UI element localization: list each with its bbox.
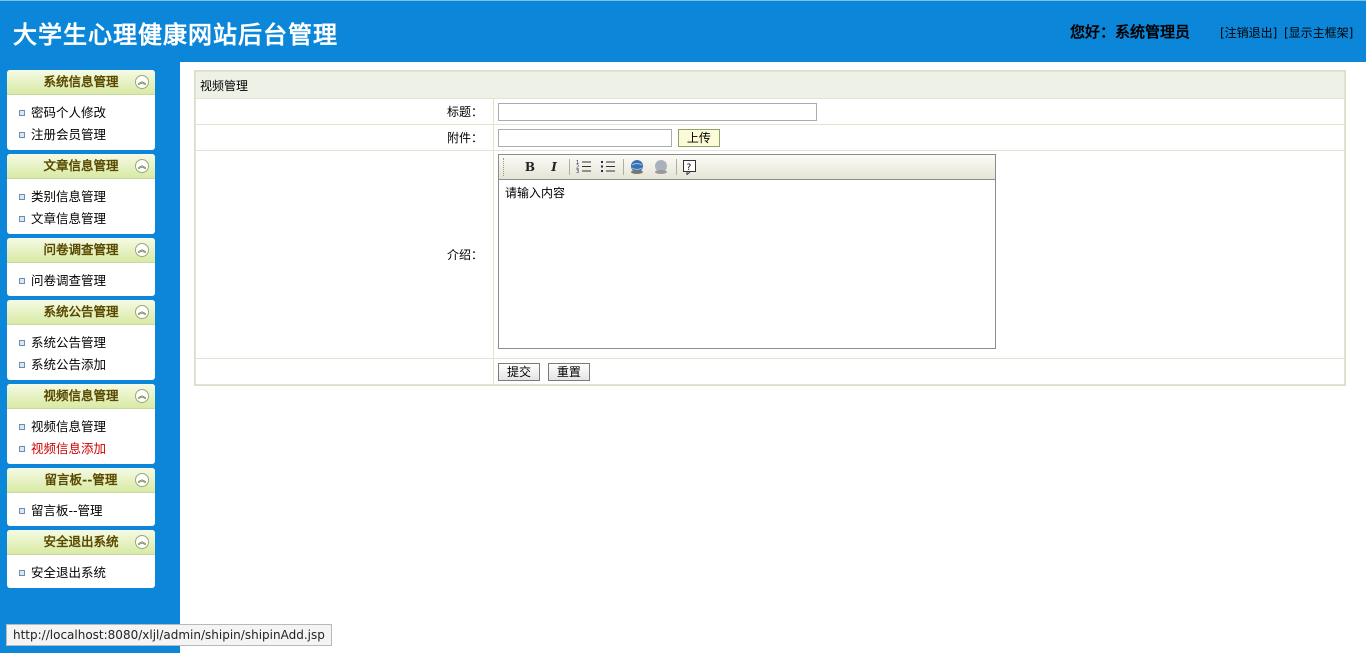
sidebar-item-members[interactable]: 注册会员管理	[7, 124, 155, 146]
bullet-icon	[19, 361, 25, 368]
file-label: 附件：	[195, 124, 494, 151]
form-caption: 视频管理	[195, 71, 1345, 99]
bullet-icon	[19, 131, 25, 138]
menu-title: 系统信息管理	[43, 74, 119, 89]
bullet-icon	[19, 215, 25, 222]
collapse-icon[interactable]: ︽	[135, 473, 149, 487]
header-bar: 大学生心理健康网站后台管理 您好：系统管理员 [注销退出] [显示主框架]	[0, 0, 1366, 62]
sidebar-item-announcement-manage[interactable]: 系统公告管理	[7, 332, 155, 354]
toolbar-separator	[569, 159, 570, 175]
menu-header[interactable]: 系统公告管理 ︽	[7, 300, 155, 325]
link-icon[interactable]	[628, 159, 646, 175]
upload-button[interactable]: 上传	[677, 128, 720, 147]
sidebar-item-articles[interactable]: 文章信息管理	[7, 208, 155, 230]
bullet-icon	[19, 445, 25, 452]
browser-status-url: http://localhost:8080/xljl/admin/shipin/…	[6, 624, 332, 646]
menu-header[interactable]: 留言板--管理 ︽	[7, 468, 155, 493]
bullet-icon	[19, 569, 25, 576]
unlink-icon[interactable]	[652, 159, 670, 175]
menu-title: 问卷调查管理	[43, 242, 119, 257]
menu-article-info: 文章信息管理 ︽ 类别信息管理 文章信息管理	[7, 154, 155, 234]
menu-title: 文章信息管理	[43, 158, 119, 173]
svg-text:3: 3	[576, 169, 579, 173]
bullet-icon	[19, 193, 25, 200]
title-label: 标题：	[195, 98, 494, 125]
toolbar-separator	[623, 159, 624, 175]
rich-text-editor: B I 123 ? 请输入内容	[498, 154, 996, 349]
sidebar: 系统信息管理 ︽ 密码个人修改 注册会员管理 文章信息管理 ︽ 类别信息管理 文…	[0, 62, 180, 653]
sidebar-item-video-manage[interactable]: 视频信息管理	[7, 416, 155, 438]
ordered-list-icon[interactable]: 123	[575, 159, 593, 175]
reset-button[interactable]: 重置	[547, 362, 590, 381]
sidebar-item-guestbook[interactable]: 留言板--管理	[7, 500, 155, 522]
video-form-panel: 视频管理 标题： 附件： 上传 介绍： B I 1 2 3 ? 请输入内容 提交…	[194, 70, 1346, 386]
menu-header[interactable]: 问卷调查管理 ︽	[7, 238, 155, 263]
description-label: 介绍：	[195, 150, 494, 359]
menu-title: 视频信息管理	[43, 388, 119, 403]
bullet-icon	[19, 109, 25, 116]
sidebar-item-survey[interactable]: 问卷调查管理	[7, 270, 155, 292]
menu-header[interactable]: 视频信息管理 ︽	[7, 384, 155, 409]
bullet-icon	[19, 277, 25, 284]
sidebar-item-categories[interactable]: 类别信息管理	[7, 186, 155, 208]
menu-video: 视频信息管理 ︽ 视频信息管理 视频信息添加	[7, 384, 155, 464]
collapse-icon[interactable]: ︽	[135, 535, 149, 549]
user-greeting: 您好：系统管理员	[1070, 23, 1191, 41]
menu-title: 安全退出系统	[43, 534, 119, 549]
sidebar-item-video-add[interactable]: 视频信息添加	[7, 438, 155, 460]
sidebar-item-password[interactable]: 密码个人修改	[7, 102, 155, 124]
menu-header[interactable]: 系统信息管理 ︽	[7, 70, 155, 95]
bullet-icon	[19, 507, 25, 514]
show-main-frame-link[interactable]: [显示主框架]	[1284, 24, 1353, 41]
collapse-icon[interactable]: ︽	[135, 243, 149, 257]
title-input[interactable]	[498, 102, 817, 121]
bullet-icon	[19, 339, 25, 346]
bullet-icon	[19, 423, 25, 430]
menu-announcement: 系统公告管理 ︽ 系统公告管理 系统公告添加	[7, 300, 155, 380]
logout-link[interactable]: [注销退出]	[1220, 24, 1277, 41]
collapse-icon[interactable]: ︽	[135, 305, 149, 319]
collapse-icon[interactable]: ︽	[135, 159, 149, 173]
bold-icon[interactable]: B	[521, 159, 539, 175]
toolbar-grip	[503, 158, 508, 176]
menu-system-info: 系统信息管理 ︽ 密码个人修改 注册会员管理	[7, 70, 155, 150]
sidebar-item-logout[interactable]: 安全退出系统	[7, 562, 155, 584]
site-title: 大学生心理健康网站后台管理	[13, 20, 338, 49]
video-form-table: 视频管理 标题： 附件： 上传 介绍： B I 1 2 3 ? 请输入内容 提交…	[195, 71, 1345, 385]
unordered-list-icon[interactable]	[599, 159, 617, 175]
menu-guestbook: 留言板--管理 ︽ 留言板--管理	[7, 468, 155, 526]
collapse-icon[interactable]: ︽	[135, 389, 149, 403]
help-icon[interactable]: ?	[681, 159, 699, 176]
menu-title: 系统公告管理	[43, 304, 119, 319]
toolbar-separator	[676, 159, 677, 175]
menu-header[interactable]: 安全退出系统 ︽	[7, 530, 155, 555]
menu-header[interactable]: 文章信息管理 ︽	[7, 154, 155, 179]
menu-survey: 问卷调查管理 ︽ 问卷调查管理	[7, 238, 155, 296]
editor-content-area[interactable]: 请输入内容	[498, 179, 996, 349]
sidebar-item-announcement-add[interactable]: 系统公告添加	[7, 354, 155, 376]
editor-toolbar: B I 123 ?	[498, 154, 996, 179]
collapse-icon[interactable]: ︽	[135, 75, 149, 89]
menu-logout: 安全退出系统 ︽ 安全退出系统	[7, 530, 155, 588]
submit-button[interactable]: 提交	[498, 362, 541, 381]
italic-icon[interactable]: I	[545, 159, 563, 175]
menu-title: 留言板--管理	[44, 472, 118, 487]
file-input[interactable]	[498, 128, 672, 147]
svg-text:?: ?	[687, 163, 692, 173]
